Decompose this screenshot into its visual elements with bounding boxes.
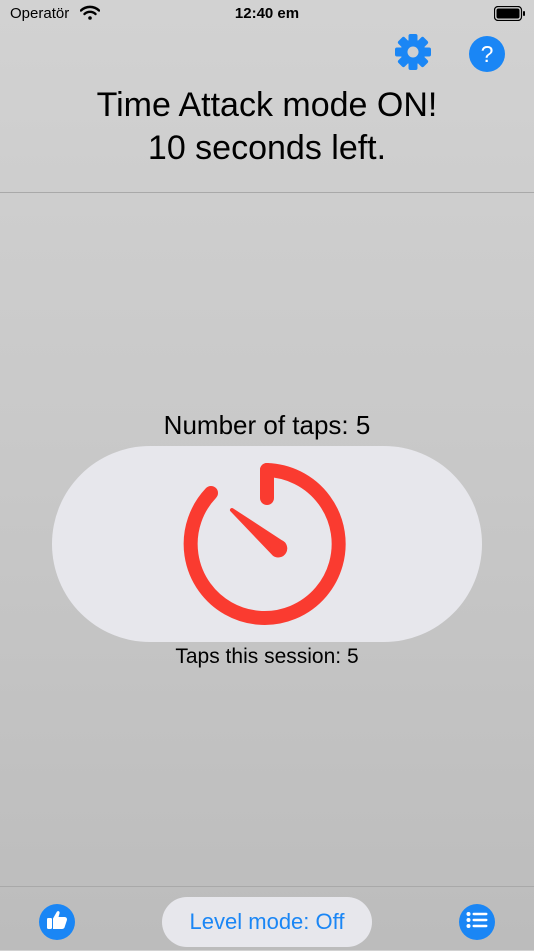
session-count-label: Taps this session: 5: [175, 645, 359, 668]
mode-status-line1: Time Attack mode ON!: [96, 86, 438, 124]
question-mark-icon: ?: [480, 40, 494, 67]
battery-icon: [493, 5, 526, 26]
header: ? Time Attack mode ON! 10 seconds left.: [0, 30, 534, 193]
list-button[interactable]: [459, 904, 495, 940]
gear-icon: [394, 33, 432, 76]
thumbs-up-icon: [46, 909, 68, 936]
list-icon: [466, 911, 488, 934]
help-button[interactable]: ?: [469, 36, 505, 72]
level-mode-label: Level mode: Off: [189, 909, 345, 934]
status-bar: Operatör 12:40 em: [0, 0, 534, 30]
bottom-bar: Level mode: Off: [0, 886, 534, 951]
mode-status-line2: 10 seconds left.: [147, 129, 387, 167]
mode-status: Time Attack mode ON! 10 seconds left.: [0, 84, 534, 170]
like-button[interactable]: [39, 904, 75, 940]
level-mode-button[interactable]: Level mode: Off: [162, 897, 372, 947]
settings-button[interactable]: [395, 33, 431, 72]
taps-count-label: Number of taps: 5: [163, 410, 371, 440]
status-clock: 12:40 em: [234, 5, 300, 22]
stopwatch-icon[interactable]: [180, 460, 355, 630]
